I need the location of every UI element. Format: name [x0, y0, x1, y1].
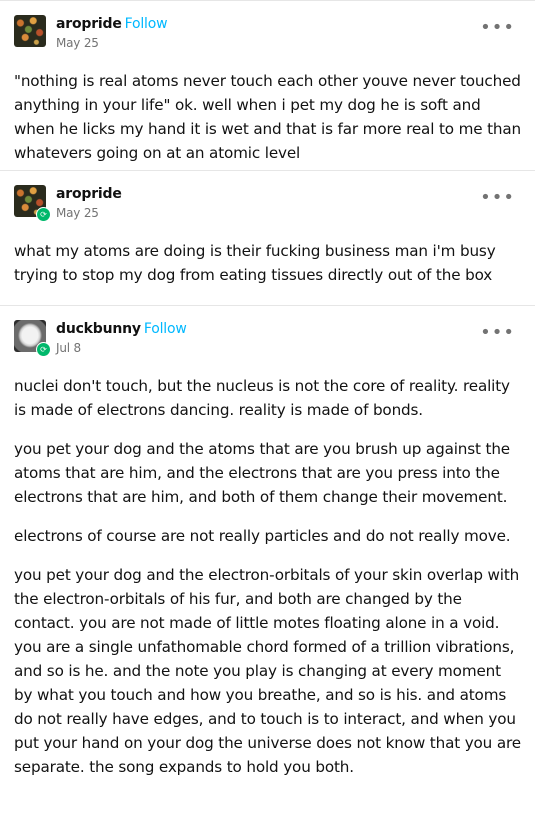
avatar[interactable] — [14, 15, 46, 47]
post-date[interactable]: May 25 — [56, 34, 167, 53]
post: aropride Follow May 25 ••• "nothing is re… — [0, 0, 535, 170]
post-body: nuclei don't touch, but the nucleus is n… — [14, 374, 521, 779]
post-paragraph: nuclei don't touch, but the nucleus is n… — [14, 377, 510, 419]
follow-button[interactable]: Follow — [125, 16, 168, 32]
follow-button[interactable]: Follow — [144, 321, 187, 337]
post-paragraph: you pet your dog and the electron-orbita… — [14, 566, 521, 776]
post-meta: aropride May 25 — [56, 185, 122, 223]
post: ⟳ aropride May 25 ••• what my atoms are … — [0, 170, 535, 305]
username-link[interactable]: duckbunny — [56, 321, 141, 337]
post-paragraph: "nothing is real atoms never touch each … — [14, 72, 521, 162]
post-body: what my atoms are doing is their fucking… — [14, 239, 521, 287]
reblog-icon: ⟳ — [36, 342, 51, 357]
more-options-icon[interactable]: ••• — [480, 19, 515, 37]
avatar[interactable]: ⟳ — [14, 185, 51, 222]
post-header: aropride Follow May 25 — [14, 15, 521, 55]
post-header: ⟳ duckbunny Follow Jul 8 — [14, 320, 521, 360]
post-date[interactable]: Jul 8 — [56, 339, 187, 358]
post-header: ⟳ aropride May 25 — [14, 185, 521, 225]
reblog-icon: ⟳ — [36, 207, 51, 222]
avatar[interactable]: ⟳ — [14, 320, 51, 357]
post-date[interactable]: May 25 — [56, 204, 122, 223]
post-meta: duckbunny Follow Jul 8 — [56, 320, 187, 358]
post-body: "nothing is real atoms never touch each … — [14, 69, 521, 165]
username-link[interactable]: aropride — [56, 186, 122, 202]
username-link[interactable]: aropride — [56, 16, 122, 32]
post-paragraph: what my atoms are doing is their fucking… — [14, 242, 496, 284]
more-options-icon[interactable]: ••• — [480, 189, 515, 207]
post-paragraph: you pet your dog and the atoms that are … — [14, 440, 510, 506]
post-meta: aropride Follow May 25 — [56, 15, 168, 53]
post: ⟳ duckbunny Follow Jul 8 ••• nuclei don't… — [0, 305, 535, 789]
post-paragraph: electrons of course are not really parti… — [14, 527, 511, 545]
more-options-icon[interactable]: ••• — [480, 324, 515, 342]
